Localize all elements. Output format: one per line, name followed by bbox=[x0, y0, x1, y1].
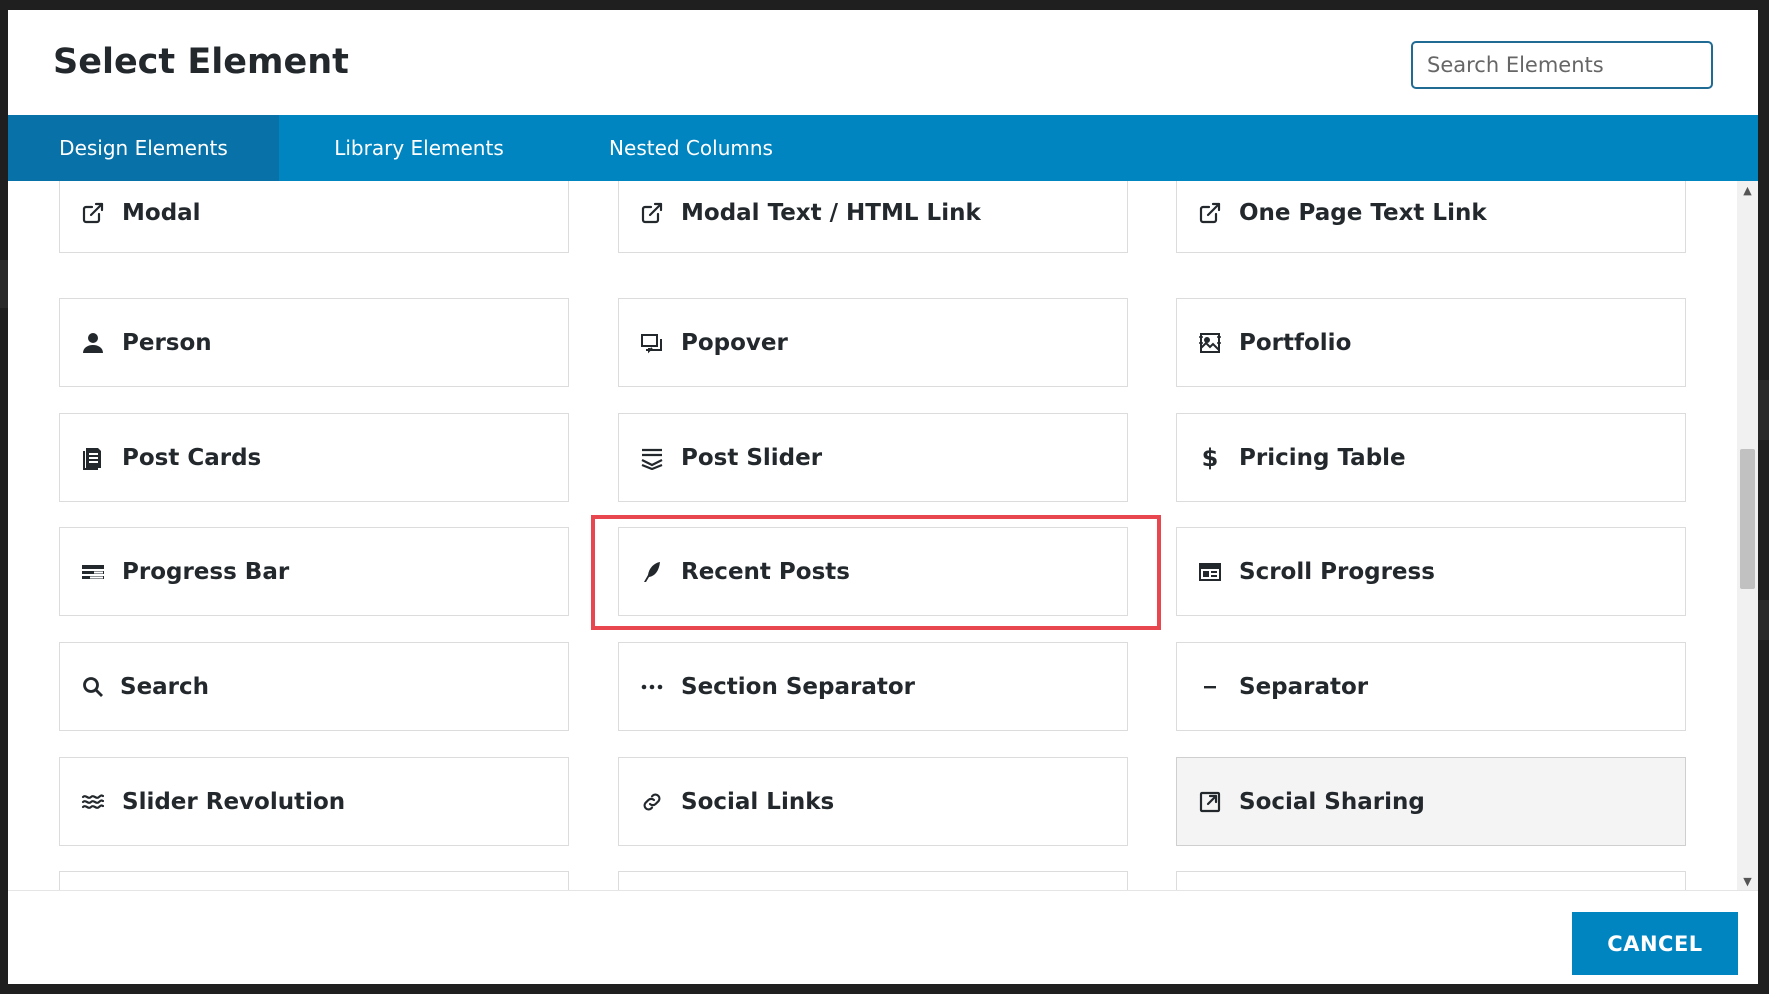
element-label: Social Links bbox=[681, 788, 835, 815]
element-card-pricing-table[interactable]: $ Pricing Table bbox=[1176, 413, 1686, 502]
element-label: One Page Text Link bbox=[1239, 200, 1487, 226]
external-link-icon bbox=[1197, 200, 1223, 226]
tab-design-elements[interactable]: Design Elements bbox=[8, 115, 279, 195]
ellipsis-icon bbox=[639, 674, 665, 700]
element-card-person[interactable]: Person bbox=[59, 298, 569, 387]
element-label: Popover bbox=[681, 329, 788, 356]
backdrop-strip bbox=[0, 260, 8, 308]
element-card-search[interactable]: Search bbox=[59, 642, 569, 731]
element-label: Modal Text / HTML Link bbox=[681, 200, 981, 226]
portfolio-icon bbox=[1197, 330, 1223, 356]
document-icon bbox=[80, 445, 106, 471]
element-label: Social Sharing bbox=[1239, 788, 1425, 815]
element-label: Modal bbox=[122, 200, 201, 226]
element-label: Post Cards bbox=[122, 444, 262, 471]
scroll-thumb[interactable] bbox=[1740, 449, 1755, 589]
search-elements-input[interactable] bbox=[1411, 41, 1713, 89]
element-card-partial[interactable] bbox=[618, 871, 1128, 890]
share-icon bbox=[1197, 789, 1223, 815]
bars-icon bbox=[80, 559, 106, 585]
element-card-popover[interactable]: Popover bbox=[618, 298, 1128, 387]
element-card-progress-bar[interactable]: Progress Bar bbox=[59, 527, 569, 616]
element-card-separator[interactable]: Separator bbox=[1176, 642, 1686, 731]
dialog-header: Select Element bbox=[8, 10, 1758, 115]
dialog-title: Select Element bbox=[53, 42, 349, 82]
dollar-icon: $ bbox=[1201, 443, 1219, 472]
element-card-portfolio[interactable]: Portfolio bbox=[1176, 298, 1686, 387]
search-icon bbox=[80, 674, 106, 700]
popover-icon bbox=[639, 330, 665, 356]
element-label: Recent Posts bbox=[681, 558, 850, 585]
element-label: Progress Bar bbox=[122, 558, 290, 585]
scroll-progress-icon bbox=[1197, 559, 1223, 585]
element-card-one-page-text-link[interactable]: One Page Text Link bbox=[1176, 181, 1686, 253]
feather-icon bbox=[639, 559, 665, 585]
element-label: Pricing Table bbox=[1239, 444, 1406, 471]
scroll-down-arrow-icon[interactable]: ▼ bbox=[1737, 872, 1758, 890]
elements-scrollbar[interactable]: ▲ ▼ bbox=[1737, 181, 1758, 890]
element-label: Scroll Progress bbox=[1239, 558, 1435, 585]
element-card-slider-revolution[interactable]: Slider Revolution bbox=[59, 757, 569, 846]
tab-nested-columns[interactable]: Nested Columns bbox=[573, 115, 809, 181]
element-card-social-links[interactable]: Social Links bbox=[618, 757, 1128, 846]
element-label: Separator bbox=[1239, 673, 1369, 700]
select-element-dialog: Select Element Design Elements Library E… bbox=[8, 10, 1758, 984]
element-card-post-slider[interactable]: Post Slider bbox=[618, 413, 1128, 502]
element-card-modal[interactable]: Modal bbox=[59, 181, 569, 253]
element-card-modal-text-html-link[interactable]: Modal Text / HTML Link bbox=[618, 181, 1128, 253]
elements-grid: Modal Modal Text / HTML Link One Page Te… bbox=[8, 181, 1728, 890]
cancel-button[interactable]: CANCEL bbox=[1572, 912, 1738, 975]
waves-icon bbox=[80, 789, 106, 815]
element-label: Person bbox=[122, 329, 212, 356]
element-label: Post Slider bbox=[681, 444, 823, 471]
external-link-icon bbox=[80, 200, 106, 226]
layers-icon bbox=[639, 445, 665, 471]
tab-library-elements[interactable]: Library Elements bbox=[300, 115, 538, 181]
element-card-social-sharing[interactable]: Social Sharing bbox=[1176, 757, 1686, 846]
element-label: Search bbox=[120, 673, 210, 700]
external-link-icon bbox=[639, 200, 665, 226]
minus-icon bbox=[1197, 674, 1223, 700]
backdrop-strip bbox=[1758, 380, 1769, 440]
link-icon bbox=[639, 789, 665, 815]
elements-scroll-area: Modal Modal Text / HTML Link One Page Te… bbox=[8, 181, 1758, 890]
element-card-recent-posts[interactable]: Recent Posts bbox=[618, 527, 1128, 616]
tab-bar: Design Elements Library Elements Nested … bbox=[8, 115, 1758, 195]
dialog-footer: CANCEL bbox=[8, 890, 1758, 984]
element-card-scroll-progress[interactable]: Scroll Progress bbox=[1176, 527, 1686, 616]
element-card-partial[interactable] bbox=[1176, 871, 1686, 890]
element-card-post-cards[interactable]: Post Cards bbox=[59, 413, 569, 502]
element-label: Slider Revolution bbox=[122, 788, 346, 815]
element-label: Portfolio bbox=[1239, 329, 1352, 356]
element-card-section-separator[interactable]: Section Separator bbox=[618, 642, 1128, 731]
element-label: Section Separator bbox=[681, 673, 916, 700]
element-card-partial[interactable] bbox=[59, 871, 569, 890]
scroll-up-arrow-icon[interactable]: ▲ bbox=[1737, 181, 1758, 199]
user-icon bbox=[80, 330, 106, 356]
backdrop-strip bbox=[1758, 600, 1769, 640]
